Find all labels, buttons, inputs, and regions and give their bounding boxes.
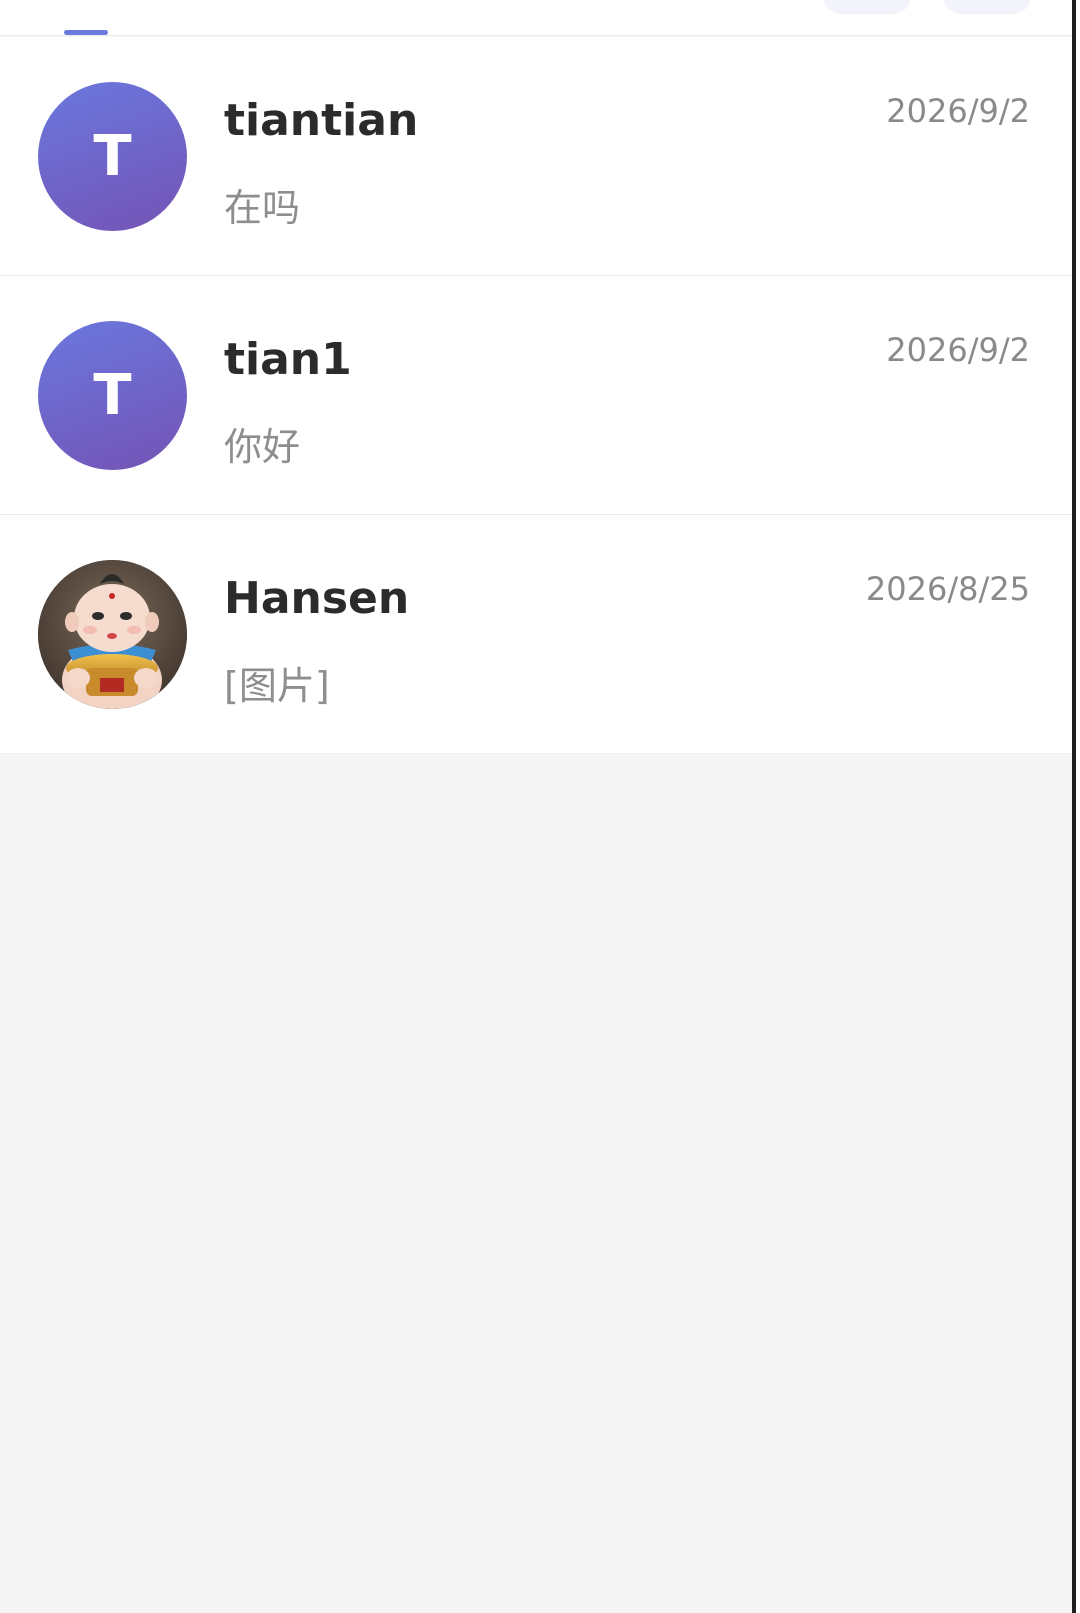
window-edge <box>1072 0 1076 1613</box>
avatar: T <box>38 82 187 231</box>
message-time: 2026/9/2 <box>886 331 1030 369</box>
header-action-button-1[interactable] <box>823 0 911 14</box>
message-time: 2026/9/2 <box>886 92 1030 130</box>
header-action-button-2[interactable] <box>943 0 1031 14</box>
conversation-item[interactable]: T tian1 你好 2026/9/2 <box>0 276 1076 515</box>
conversation-item[interactable]: T tiantian 在吗 2026/9/2 <box>0 37 1076 276</box>
conversation-item[interactable]: Hansen [图片] 2026/8/25 <box>0 515 1076 754</box>
message-preview: [图片] <box>224 664 330 708</box>
active-tab-indicator <box>64 30 108 35</box>
app-viewport: T tiantian 在吗 2026/9/2 T tian1 你好 2026/9… <box>0 0 1076 1613</box>
conversation-list: T tiantian 在吗 2026/9/2 T tian1 你好 2026/9… <box>0 37 1076 754</box>
message-time: 2026/8/25 <box>865 570 1030 608</box>
doll-avatar-icon <box>38 560 187 709</box>
conversation-name: tian1 <box>224 334 352 385</box>
avatar-letter: T <box>93 124 132 189</box>
avatar-letter: T <box>93 363 132 428</box>
top-tab-bar <box>0 0 1076 36</box>
avatar: T <box>38 321 187 470</box>
conversation-name: tiantian <box>224 95 419 146</box>
message-preview: 在吗 <box>224 186 301 230</box>
conversation-name: Hansen <box>224 573 410 624</box>
message-preview: 你好 <box>224 425 301 469</box>
